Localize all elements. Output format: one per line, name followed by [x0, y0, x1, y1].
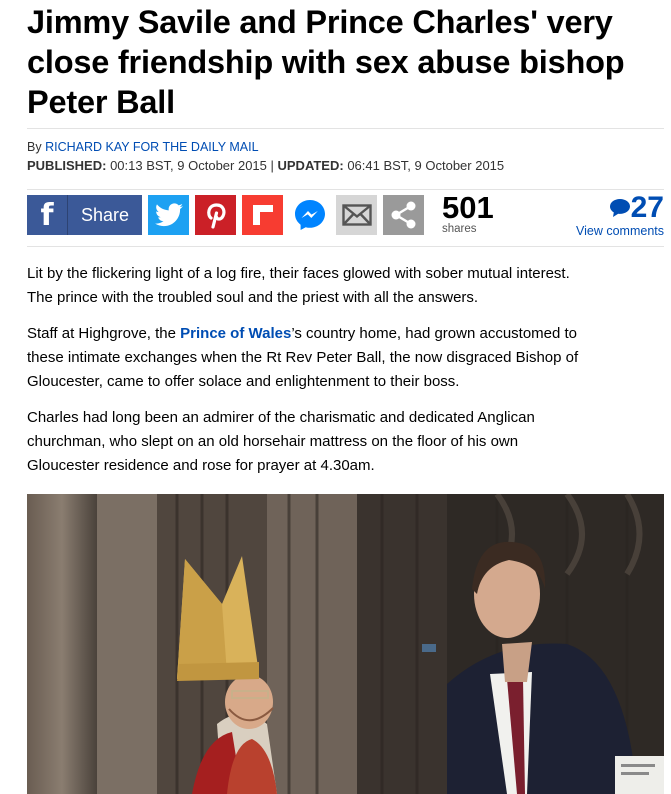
byline: By RICHARD KAY FOR THE DAILY MAIL	[27, 139, 664, 155]
paragraph: Charles had long been an admirer of the …	[27, 406, 667, 478]
email-icon	[341, 204, 372, 226]
facebook-icon: f	[27, 195, 68, 235]
share-count: 501 shares	[442, 190, 494, 236]
paragraph-line: Charles had long been an admirer of the …	[27, 409, 535, 426]
more-share-button[interactable]	[383, 195, 424, 235]
headline-line: close friendship with sex abuse bishop	[27, 44, 625, 80]
byline-block: By RICHARD KAY FOR THE DAILY MAIL PUBLIS…	[27, 128, 664, 175]
messenger-share-button[interactable]	[289, 195, 330, 235]
twitter-icon	[154, 203, 183, 227]
comment-count: 27	[576, 192, 664, 224]
flipboard-icon	[252, 205, 273, 225]
twitter-share-button[interactable]	[148, 195, 189, 235]
flipboard-share-button[interactable]	[242, 195, 283, 235]
article-headline: Jimmy Savile and Prince Charles' very cl…	[27, 2, 667, 122]
view-comments-label: View comments	[576, 224, 664, 238]
prince-of-wales-link[interactable]: Prince of Wales	[180, 325, 291, 342]
messenger-icon	[294, 200, 325, 230]
paragraph: Staff at Highgrove, the Prince of Wales’…	[27, 322, 667, 394]
article-body: Lit by the flickering light of a log fir…	[27, 262, 667, 490]
updated-value: 06:41 BST, 9 October 2015	[343, 158, 505, 173]
paragraph-text: Staff at Highgrove, the	[27, 325, 181, 342]
published-label: PUBLISHED:	[27, 158, 107, 173]
paragraph-line: Lit by the flickering light of a log fir…	[27, 265, 570, 282]
email-share-button[interactable]	[336, 195, 377, 235]
comment-bubble-icon	[609, 199, 630, 217]
headline-line: Peter Ball	[27, 84, 175, 120]
share-count-number: 501	[442, 190, 494, 225]
headline-line: Jimmy Savile and Prince Charles' very	[27, 4, 613, 40]
pinterest-share-button[interactable]	[195, 195, 236, 235]
pinterest-icon	[206, 203, 225, 229]
publish-dates: PUBLISHED: 00:13 BST, 9 October 2015 | U…	[27, 157, 664, 175]
comment-count-number: 27	[630, 191, 664, 224]
paragraph-line: Gloucester, came to offer solace and enl…	[27, 373, 460, 390]
photo-illustration	[27, 494, 664, 794]
comments-link[interactable]: 27 View comments	[576, 192, 664, 239]
paragraph-line: churchman, who slept on an old horsehair…	[27, 433, 519, 450]
facebook-share-button[interactable]: f Share	[27, 195, 142, 235]
share-icon	[391, 201, 415, 229]
byline-prefix: By	[27, 140, 46, 154]
paragraph: Lit by the flickering light of a log fir…	[27, 262, 667, 310]
updated-label: UPDATED:	[277, 158, 344, 173]
paragraph-line: these intimate exchanges when the Rt Rev…	[27, 349, 579, 366]
facebook-share-label: Share	[80, 204, 130, 225]
paragraph-line: Gloucester residence and rose for prayer…	[27, 457, 375, 474]
paragraph-line: The prince with the troubled soul and th…	[27, 289, 479, 306]
author-link[interactable]: RICHARD KAY FOR THE DAILY MAIL	[45, 140, 258, 154]
published-value: 00:13 BST, 9 October 2015 |	[106, 158, 278, 173]
article-photo[interactable]	[27, 494, 664, 794]
paragraph-text: ’s country home, had grown accustomed to	[291, 325, 578, 342]
share-bar: f Share 501 shares 27 View comments	[27, 189, 664, 247]
